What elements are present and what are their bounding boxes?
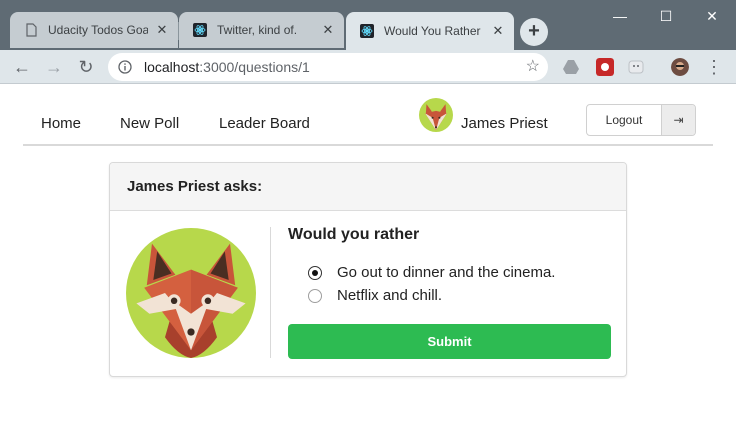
card-header: James Priest asks:: [110, 163, 626, 211]
document-icon: [26, 23, 37, 37]
tab-title: Udacity Todos Goal: [48, 23, 148, 37]
sign-out-icon: ⇥: [661, 105, 695, 135]
tab-udacity-todos[interactable]: Udacity Todos Goal ✕: [10, 12, 178, 48]
reload-button[interactable]: ↻: [74, 55, 98, 79]
tab-title: Twitter, kind of.: [217, 23, 298, 37]
drive-extension-icon[interactable]: [562, 58, 580, 76]
extension-icon[interactable]: [627, 58, 645, 76]
nav-leader-board[interactable]: Leader Board: [219, 115, 310, 132]
logout-label: Logout: [605, 113, 643, 127]
card-divider: [270, 227, 271, 358]
profile-avatar-icon[interactable]: [671, 58, 689, 76]
url-path: :3000/questions/1: [199, 59, 310, 75]
option-one-label: Go out to dinner and the cinema.: [337, 264, 556, 281]
radio-option-one[interactable]: [308, 265, 322, 280]
nav-home[interactable]: Home: [41, 115, 81, 132]
option-two[interactable]: Netflix and chill.: [308, 287, 442, 304]
react-icon: [360, 24, 374, 38]
close-window-icon[interactable]: ✕: [700, 6, 724, 26]
info-icon[interactable]: [118, 60, 132, 74]
question-title: Would you rather: [288, 226, 420, 243]
option-one[interactable]: Go out to dinner and the cinema.: [308, 264, 555, 281]
back-button[interactable]: ←: [10, 55, 34, 79]
logout-button[interactable]: Logout ⇥: [586, 104, 696, 136]
browser-toolbar: ← → ↻ localhost:3000/questions/1 ☆ ⋮: [0, 50, 736, 84]
browser-titlebar: Udacity Todos Goal ✕ Twitter, kind of. ✕…: [0, 0, 736, 50]
new-tab-button[interactable]: +: [520, 18, 548, 46]
url-host: localhost: [144, 59, 200, 75]
tab-twitter[interactable]: Twitter, kind of. ✕: [179, 12, 344, 48]
menu-icon[interactable]: ⋮: [702, 55, 726, 79]
bookmark-star-icon[interactable]: ☆: [526, 53, 540, 81]
close-icon[interactable]: ✕: [490, 23, 506, 39]
tab-would-you-rather[interactable]: Would You Rather C ✕: [346, 12, 514, 50]
maximize-icon[interactable]: ☐: [654, 6, 678, 26]
fox-avatar: [126, 228, 256, 358]
extension-icon[interactable]: [596, 58, 614, 76]
url-text: localhost:3000/questions/1: [144, 53, 310, 81]
minimize-icon[interactable]: —: [608, 6, 632, 26]
tab-title: Would You Rather C: [384, 24, 484, 38]
question-card: James Priest asks: Would you rather Go o…: [109, 162, 627, 377]
option-two-label: Netflix and chill.: [337, 287, 443, 304]
close-icon[interactable]: ✕: [154, 22, 170, 38]
react-icon: [193, 23, 207, 37]
submit-button[interactable]: Submit: [288, 324, 611, 359]
fox-avatar: [419, 98, 453, 132]
app-nav: Home New Poll Leader Board James Priest …: [23, 98, 713, 146]
nav-user: James Priest: [419, 98, 548, 132]
address-bar[interactable]: localhost:3000/questions/1 ☆: [108, 53, 548, 81]
user-name: James Priest: [461, 114, 548, 132]
nav-new-poll[interactable]: New Poll: [120, 115, 179, 132]
close-icon[interactable]: ✕: [320, 22, 336, 38]
forward-button[interactable]: →: [42, 55, 66, 79]
radio-option-two[interactable]: [308, 288, 322, 303]
